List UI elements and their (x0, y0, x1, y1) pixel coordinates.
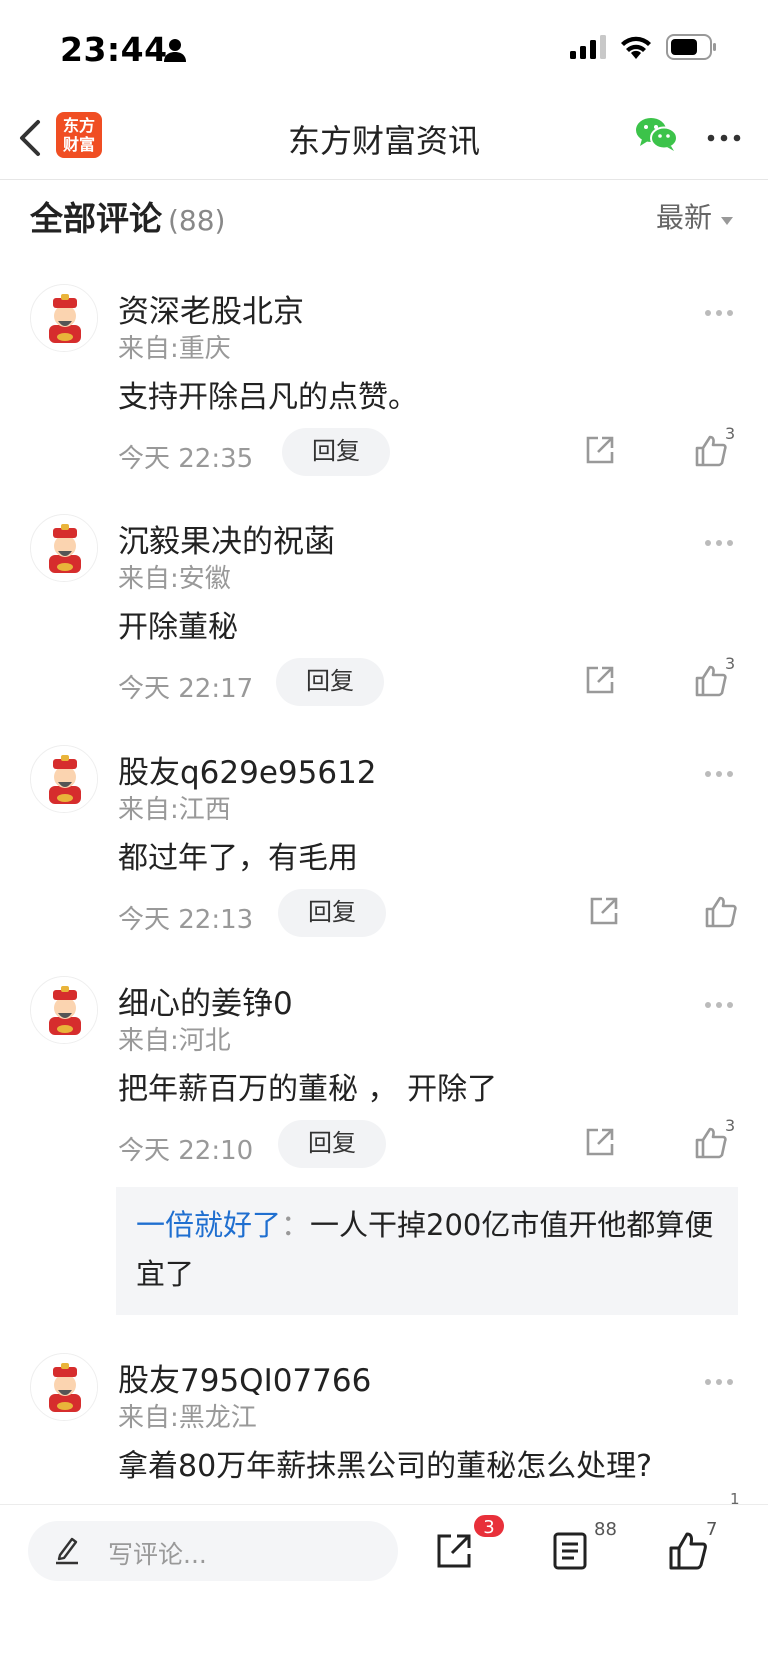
navbar: 东方 财富 东方财富资讯 (0, 96, 768, 180)
status-indicators (570, 34, 716, 64)
comment-author[interactable]: 细心的姜铮0 (118, 978, 293, 1023)
caishen-avatar-icon (31, 1354, 97, 1420)
avatar[interactable] (30, 514, 98, 582)
person-icon (164, 38, 186, 66)
like-count: 7 (706, 1519, 718, 1540)
app-logo[interactable]: 东方 财富 (56, 112, 102, 158)
page-title: 东方财富资讯 (287, 122, 480, 160)
comment-location: 来自:安徽 (118, 564, 231, 594)
comment-author[interactable]: 资深老股北京 (118, 286, 304, 331)
comment-author[interactable]: 沉毅果决的祝菡 (118, 516, 335, 561)
comment-text: 都过年了，有毛用 (118, 841, 358, 876)
share-icon[interactable] (584, 1126, 616, 1162)
caret-down-icon (720, 200, 734, 233)
reply-button[interactable]: 回复 (282, 428, 390, 476)
share-icon[interactable] (588, 895, 620, 931)
sub-reply[interactable]: 一倍就好了：一人干掉200亿市值开他都算便宜了 (116, 1187, 738, 1315)
status-bar: 23:44 (0, 0, 768, 96)
comment-text: 把年薪百万的董秘 ， 开除了 (118, 1072, 498, 1107)
avatar[interactable] (30, 284, 98, 352)
caishen-avatar-icon (31, 746, 97, 812)
avatar[interactable] (30, 745, 98, 813)
share-icon[interactable] (434, 1531, 474, 1575)
write-comment-placeholder: 写评论... (108, 1540, 207, 1569)
comment-more-icon[interactable] (704, 763, 734, 782)
comment-time: 今天 22:10 (118, 1136, 254, 1166)
caishen-avatar-icon (31, 977, 97, 1043)
thumbs-up-icon[interactable] (704, 895, 738, 933)
comment-text: 支持开除吕凡的点赞。 (118, 380, 418, 415)
caishen-avatar-icon (31, 515, 97, 581)
comments-header: 全部评论 (88) 最新 (30, 192, 738, 242)
avatar[interactable] (30, 976, 98, 1044)
share-icon[interactable] (584, 434, 616, 470)
share-badge: 3 (472, 1513, 506, 1539)
comment-time: 今天 22:35 (118, 444, 254, 474)
reply-button[interactable]: 回复 (278, 1120, 386, 1168)
sub-reply-colon: ： (281, 1208, 311, 1242)
comments-count: (88) (168, 204, 226, 237)
logo-text-line2: 财富 (62, 135, 95, 154)
comment-text: 开除董秘 (118, 610, 238, 645)
thumbs-up-icon[interactable] (668, 1531, 708, 1575)
signal-icon (570, 35, 606, 63)
sub-reply-author[interactable]: 一倍就好了 (136, 1208, 281, 1242)
more-options-icon[interactable] (706, 116, 750, 160)
comment-time: 今天 22:17 (118, 674, 254, 704)
pen-icon (54, 1535, 80, 1569)
write-comment-input[interactable]: 写评论... (28, 1521, 398, 1581)
comment-more-icon[interactable] (704, 302, 734, 321)
thumbs-up-icon[interactable] (694, 434, 728, 472)
back-button[interactable] (16, 114, 56, 162)
like-count: 3 (725, 654, 736, 673)
caishen-avatar-icon (31, 285, 97, 351)
share-icon[interactable] (584, 664, 616, 700)
comment-author[interactable]: 股友q629e95612 (118, 747, 377, 792)
thumbs-up-icon[interactable] (694, 664, 728, 702)
battery-icon (666, 34, 716, 64)
comments-title: 全部评论 (30, 199, 162, 238)
comment-more-icon[interactable] (704, 1371, 734, 1390)
comment-location: 来自:重庆 (118, 334, 231, 364)
comment-location: 来自:黑龙江 (118, 1403, 257, 1433)
comment-time: 今天 22:13 (118, 905, 254, 935)
comment-text: 拿着80万年薪抹黑公司的董秘怎么处理? (118, 1449, 653, 1484)
wechat-share-icon[interactable] (636, 116, 678, 156)
logo-text-line1: 东方 (62, 116, 95, 135)
reply-button[interactable]: 回复 (278, 889, 386, 937)
thumbs-up-icon[interactable] (694, 1126, 728, 1164)
avatar[interactable] (30, 1353, 98, 1421)
status-time: 23:44 (60, 30, 168, 69)
wifi-icon (620, 35, 652, 63)
like-count: 3 (725, 424, 736, 443)
comment-location: 来自:江西 (118, 795, 231, 825)
bottom-bar: 写评论... 3 88 7 (0, 1504, 768, 1663)
comment-author[interactable]: 股友795QI07766 (118, 1355, 371, 1400)
comment-list-icon[interactable] (552, 1531, 588, 1575)
reply-button[interactable]: 回复 (276, 658, 384, 706)
sort-label: 最新 (655, 201, 712, 234)
comment-count: 88 (594, 1519, 617, 1540)
comment-more-icon[interactable] (704, 532, 734, 551)
sort-dropdown[interactable]: 最新 (656, 196, 734, 236)
like-count: 3 (725, 1116, 736, 1135)
comment-location: 来自:河北 (118, 1026, 231, 1056)
comment-more-icon[interactable] (704, 994, 734, 1013)
